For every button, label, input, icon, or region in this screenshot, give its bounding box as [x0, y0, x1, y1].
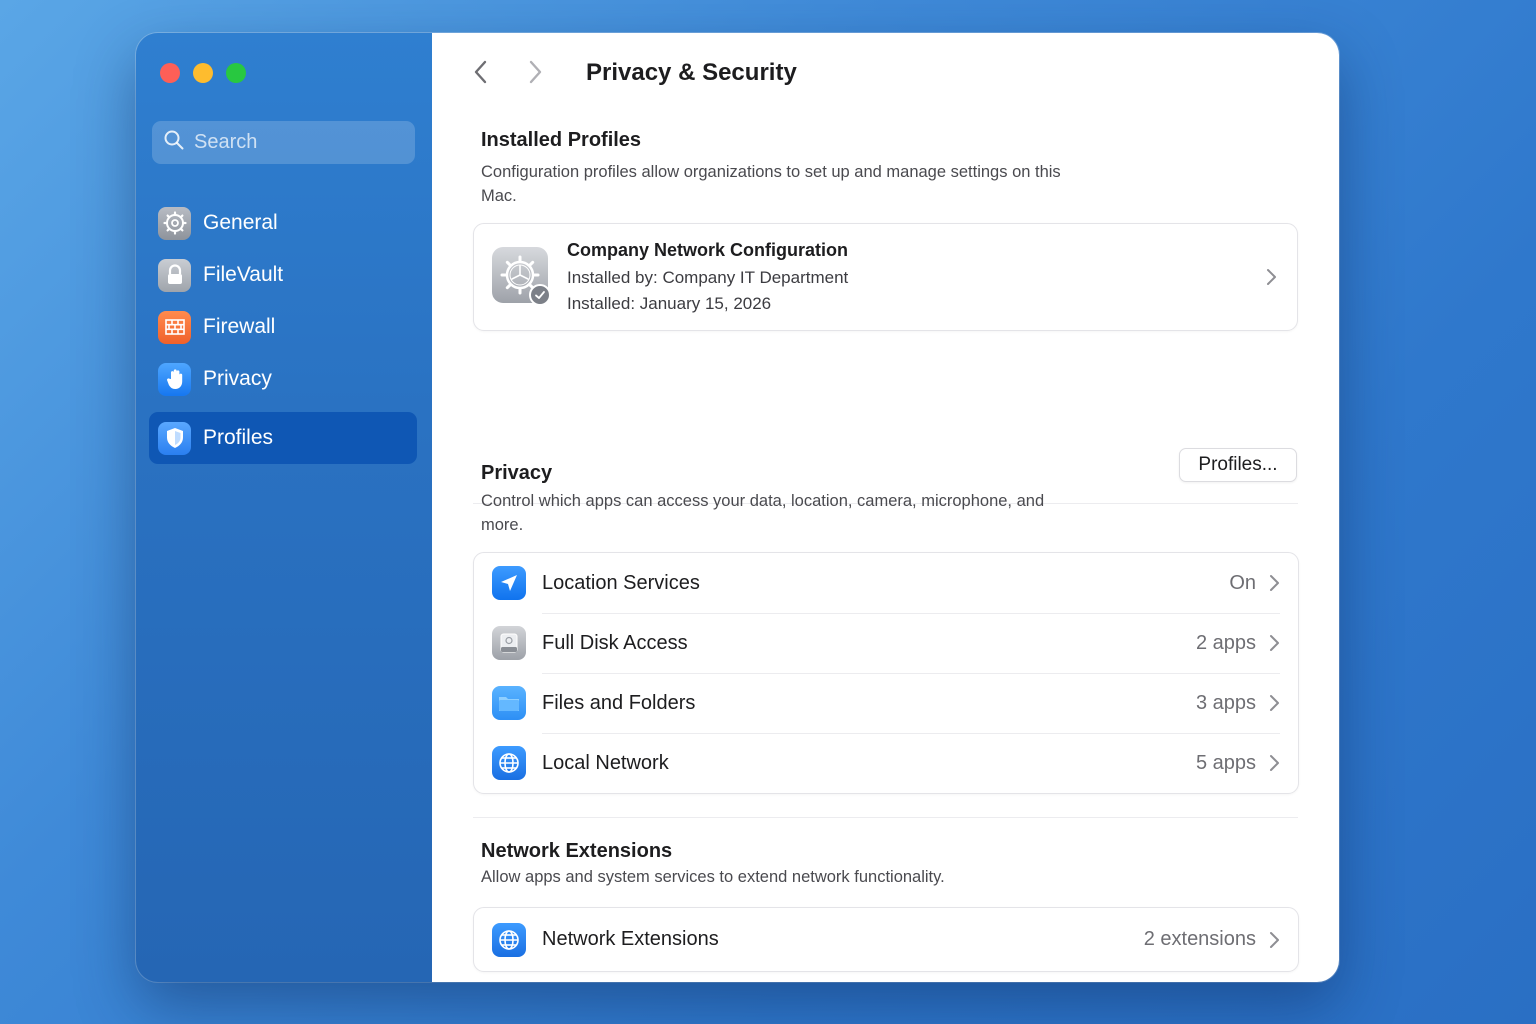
- sidebar-item-filevault[interactable]: FileVault: [149, 249, 417, 301]
- firewall-icon: [158, 310, 191, 344]
- row-label: Full Disk Access: [542, 631, 688, 654]
- chevron-right-icon: [1270, 635, 1279, 651]
- gear-icon: [158, 206, 191, 240]
- chevron-right-icon: [529, 60, 542, 84]
- chevron-right-icon: [1270, 931, 1279, 948]
- hand-icon: [158, 362, 191, 396]
- row-full-disk-access[interactable]: Full Disk Access 2 apps: [474, 613, 1298, 673]
- sidebar-nav: General FileVault Firewall Privacy Profi…: [149, 197, 417, 464]
- section-description: Control which apps can access your data,…: [481, 492, 1045, 534]
- window-controls: [160, 63, 246, 83]
- row-local-network[interactable]: Local Network 5 apps: [474, 733, 1298, 793]
- sidebar-item-firewall[interactable]: Firewall: [149, 301, 417, 353]
- sidebar-item-label: Firewall: [203, 315, 276, 338]
- profile-card[interactable]: Company Network Configuration Installed …: [473, 223, 1298, 331]
- section-description: Configuration profiles allow organizatio…: [481, 163, 1061, 205]
- chevron-left-icon: [474, 60, 487, 84]
- row-files-and-folders[interactable]: Files and Folders 3 apps: [474, 673, 1298, 733]
- row-value: 2 extensions: [1143, 928, 1256, 950]
- profile-name: Company Network Configuration: [567, 240, 849, 260]
- close-button[interactable]: [160, 63, 180, 83]
- sidebar-item-label: Privacy: [203, 367, 272, 390]
- shield-icon: [158, 421, 191, 455]
- page-title: Privacy & Security: [586, 59, 797, 86]
- location-arrow-icon: [492, 566, 526, 600]
- row-label: Local Network: [542, 751, 669, 774]
- profile-installed-date: Installed: January 15, 2026: [567, 294, 772, 313]
- row-value: 3 apps: [1195, 691, 1256, 714]
- section-title: Privacy: [481, 462, 553, 484]
- sidebar-item-label: Profiles: [203, 426, 274, 449]
- section-title: Installed Profiles: [481, 129, 642, 151]
- sidebar-item-privacy[interactable]: Privacy: [149, 353, 417, 405]
- privacy-list: Location Services On Full Disk Access 2 …: [473, 552, 1299, 794]
- main-pane: Privacy & Security Installed Profiles Co…: [432, 33, 1339, 982]
- minimize-button[interactable]: [193, 63, 213, 83]
- row-value: 2 apps: [1195, 631, 1256, 654]
- section-description: Allow apps and system services to extend…: [481, 868, 945, 886]
- sidebar-item-profiles[interactable]: Profiles: [149, 412, 417, 464]
- sidebar: General FileVault Firewall Privacy: [136, 33, 432, 982]
- row-label: Location Services: [542, 571, 700, 594]
- chevron-right-icon: [1270, 695, 1279, 711]
- row-location-services[interactable]: Location Services On: [474, 553, 1298, 613]
- lock-icon: [158, 258, 191, 292]
- search-icon: [163, 129, 185, 156]
- search-field[interactable]: [152, 121, 415, 164]
- checkmark-icon: [529, 284, 551, 306]
- forward-button[interactable]: [520, 57, 550, 87]
- row-label: Files and Folders: [542, 691, 696, 714]
- profile-settings-icon: [492, 247, 551, 306]
- settings-window: General FileVault Firewall Privacy: [136, 33, 1339, 982]
- search-input[interactable]: [194, 131, 394, 154]
- row-value: 5 apps: [1195, 751, 1256, 774]
- network-extensions-section: Network Extensions Allow apps and system…: [473, 840, 1299, 889]
- profile-installed-by: Installed by: Company IT Department: [567, 268, 849, 287]
- sidebar-item-label: General: [203, 211, 278, 234]
- chevron-right-icon: [1267, 269, 1276, 285]
- chevron-right-icon: [1270, 755, 1279, 771]
- disk-icon: [492, 626, 526, 660]
- installed-profiles-section: Installed Profiles Configuration profile…: [473, 129, 1298, 331]
- toolbar: Privacy & Security: [432, 33, 1339, 113]
- row-value: On: [1229, 571, 1256, 594]
- row-network-extensions[interactable]: Network Extensions 2 extensions: [474, 908, 1298, 971]
- section-title: Network Extensions: [481, 840, 673, 862]
- zoom-button[interactable]: [226, 63, 246, 83]
- chevron-right-icon: [1270, 575, 1279, 591]
- content: Installed Profiles Configuration profile…: [473, 129, 1299, 972]
- folder-icon: [492, 686, 526, 720]
- sidebar-item-general[interactable]: General: [149, 197, 417, 249]
- network-extensions-list: Network Extensions 2 extensions: [473, 907, 1299, 972]
- globe-icon: [492, 746, 526, 780]
- privacy-section: Privacy Control which apps can access yo…: [473, 462, 1299, 537]
- row-label: Network Extensions: [542, 928, 719, 950]
- sidebar-item-label: FileVault: [203, 263, 284, 286]
- globe-icon: [492, 922, 526, 957]
- back-button[interactable]: [466, 57, 496, 87]
- section-divider: [473, 817, 1298, 818]
